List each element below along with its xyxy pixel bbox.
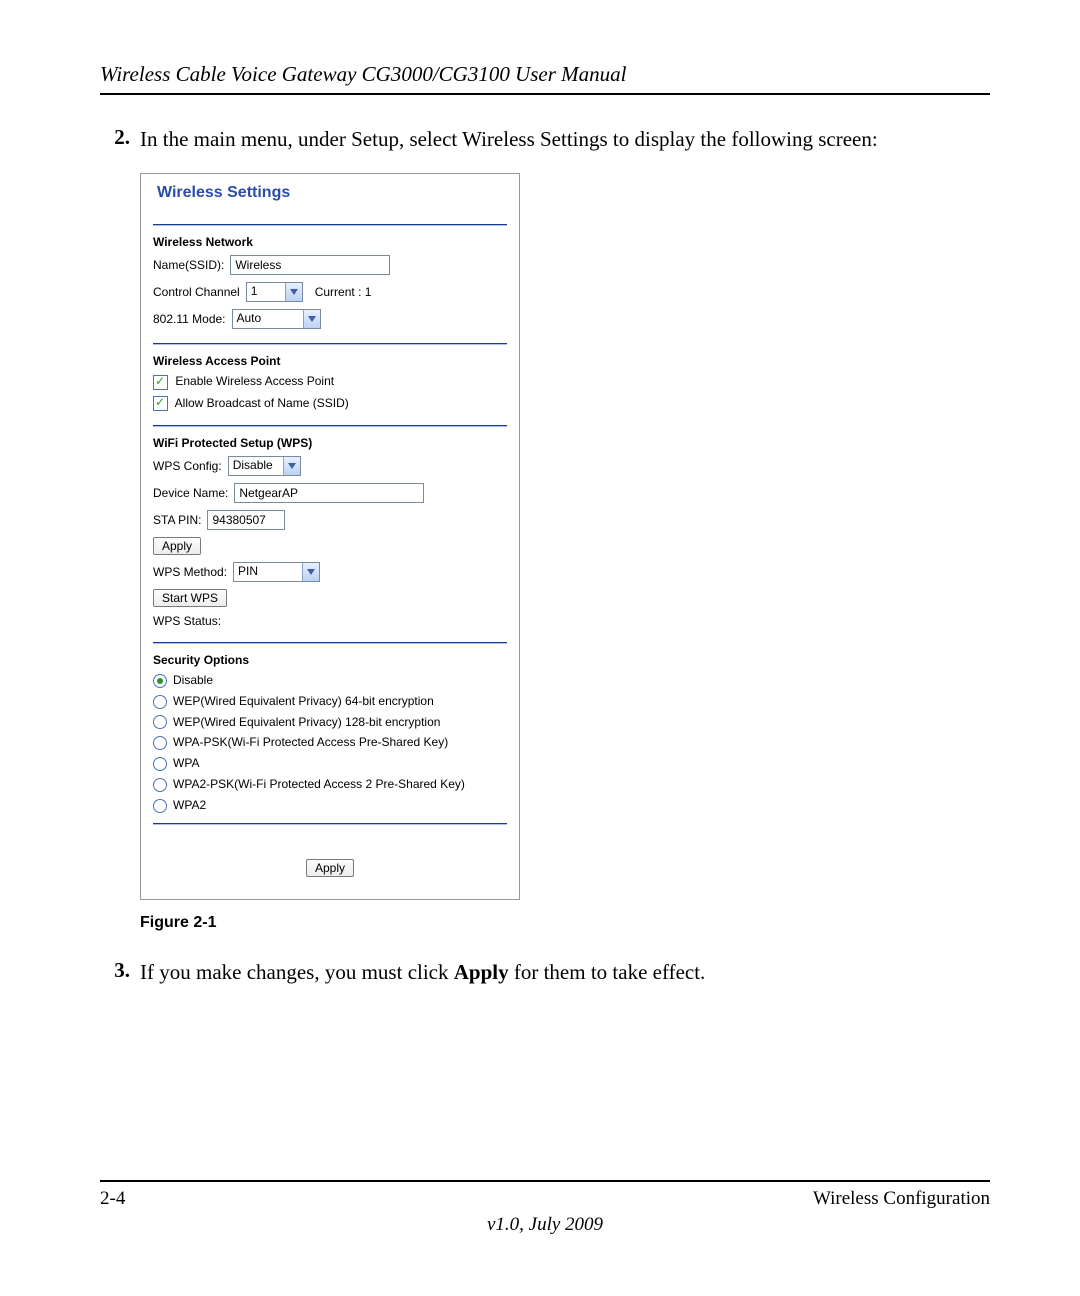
page-number: 2-4	[100, 1188, 125, 1210]
page-footer: 2-4 Wireless Configuration v1.0, July 20…	[100, 1180, 990, 1236]
broadcast-ssid-checkbox[interactable]: ✓	[153, 396, 168, 411]
wps-method-select[interactable]: PIN	[233, 562, 320, 582]
section-divider	[153, 343, 507, 344]
security-options-section: Security Options Disable WEP(Wired Equiv…	[153, 642, 507, 813]
mode-label: 802.11 Mode:	[153, 312, 226, 326]
manual-title: Wireless Cable Voice Gateway CG3000/CG31…	[100, 62, 627, 86]
page-header: Wireless Cable Voice Gateway CG3000/CG31…	[100, 62, 990, 95]
step-3-pre: If you make changes, you must click	[140, 960, 454, 984]
device-name-input[interactable]	[234, 483, 424, 503]
wireless-ap-header: Wireless Access Point	[153, 354, 507, 368]
control-channel-select[interactable]: 1	[246, 282, 303, 302]
mode-select[interactable]: Auto	[232, 309, 321, 329]
chevron-down-icon	[303, 310, 320, 328]
step-2-text: In the main menu, under Setup, select Wi…	[140, 125, 990, 153]
enable-ap-checkbox[interactable]: ✓	[153, 375, 168, 390]
wireless-network-section: Wireless Network Name(SSID): Control Cha…	[153, 224, 507, 329]
sec-wpapsk-label: WPA-PSK(Wi-Fi Protected Access Pre-Share…	[173, 735, 448, 749]
sta-pin-label: STA PIN:	[153, 513, 201, 527]
device-name-label: Device Name:	[153, 486, 228, 500]
ssid-label: Name(SSID):	[153, 258, 224, 272]
wps-status-label: WPS Status:	[153, 614, 221, 628]
chevron-down-icon	[302, 563, 319, 581]
step-3: 3. If you make changes, you must click A…	[100, 958, 990, 986]
section-divider	[153, 224, 507, 225]
section-divider	[153, 823, 507, 824]
step-3-text: If you make changes, you must click Appl…	[140, 958, 990, 986]
wps-section: WiFi Protected Setup (WPS) WPS Config: D…	[153, 425, 507, 628]
step-3-post: for them to take effect.	[509, 960, 706, 984]
security-options-header: Security Options	[153, 653, 507, 667]
sec-wpa-label: WPA	[173, 756, 199, 770]
section-name: Wireless Configuration	[813, 1188, 990, 1210]
wps-method-value: PIN	[234, 563, 302, 581]
step-3-bold: Apply	[454, 960, 509, 984]
apply-button[interactable]: Apply	[306, 859, 354, 877]
sec-disable-radio[interactable]	[153, 674, 167, 688]
wireless-settings-screenshot: Wireless Settings Wireless Network Name(…	[140, 173, 520, 899]
sec-wep128-label: WEP(Wired Equivalent Privacy) 128-bit en…	[173, 715, 440, 729]
start-wps-button[interactable]: Start WPS	[153, 589, 227, 607]
sec-wep64-radio[interactable]	[153, 695, 167, 709]
enable-ap-label: Enable Wireless Access Point	[175, 374, 334, 388]
sec-disable-label: Disable	[173, 673, 213, 687]
sec-wpa2-radio[interactable]	[153, 799, 167, 813]
sec-wep128-radio[interactable]	[153, 715, 167, 729]
chevron-down-icon	[283, 457, 300, 475]
sec-wpa2psk-label: WPA2-PSK(Wi-Fi Protected Access 2 Pre-Sh…	[173, 777, 465, 791]
wps-config-label: WPS Config:	[153, 459, 222, 473]
wps-method-label: WPS Method:	[153, 565, 227, 579]
wireless-ap-section: Wireless Access Point ✓ Enable Wireless …	[153, 343, 507, 411]
ssid-input[interactable]	[230, 255, 390, 275]
step-2: 2. In the main menu, under Setup, select…	[100, 125, 990, 153]
manual-page: Wireless Cable Voice Gateway CG3000/CG31…	[0, 0, 1080, 1296]
wps-apply-button[interactable]: Apply	[153, 537, 201, 555]
chevron-down-icon	[285, 283, 302, 301]
wps-header: WiFi Protected Setup (WPS)	[153, 436, 507, 450]
wps-config-value: Disable	[229, 457, 283, 475]
control-channel-value: 1	[247, 283, 285, 301]
version-text: v1.0, July 2009	[100, 1214, 990, 1236]
sec-wpa-radio[interactable]	[153, 757, 167, 771]
section-divider	[153, 642, 507, 643]
mode-value: Auto	[233, 310, 303, 328]
wireless-network-header: Wireless Network	[153, 235, 507, 249]
sec-wpa2-label: WPA2	[173, 798, 206, 812]
step-3-number: 3.	[100, 958, 130, 986]
section-divider	[153, 425, 507, 426]
control-channel-label: Control Channel	[153, 285, 240, 299]
footer-rule	[100, 1180, 990, 1182]
figure-caption: Figure 2-1	[140, 914, 990, 932]
wps-config-select[interactable]: Disable	[228, 456, 301, 476]
broadcast-ssid-label: Allow Broadcast of Name (SSID)	[175, 396, 349, 410]
step-2-number: 2.	[100, 125, 130, 153]
sec-wpapsk-radio[interactable]	[153, 736, 167, 750]
panel-title: Wireless Settings	[153, 184, 507, 202]
sta-pin-input[interactable]	[207, 510, 285, 530]
control-channel-current: Current : 1	[315, 285, 372, 299]
sec-wep64-label: WEP(Wired Equivalent Privacy) 64-bit enc…	[173, 694, 434, 708]
sec-wpa2psk-radio[interactable]	[153, 778, 167, 792]
